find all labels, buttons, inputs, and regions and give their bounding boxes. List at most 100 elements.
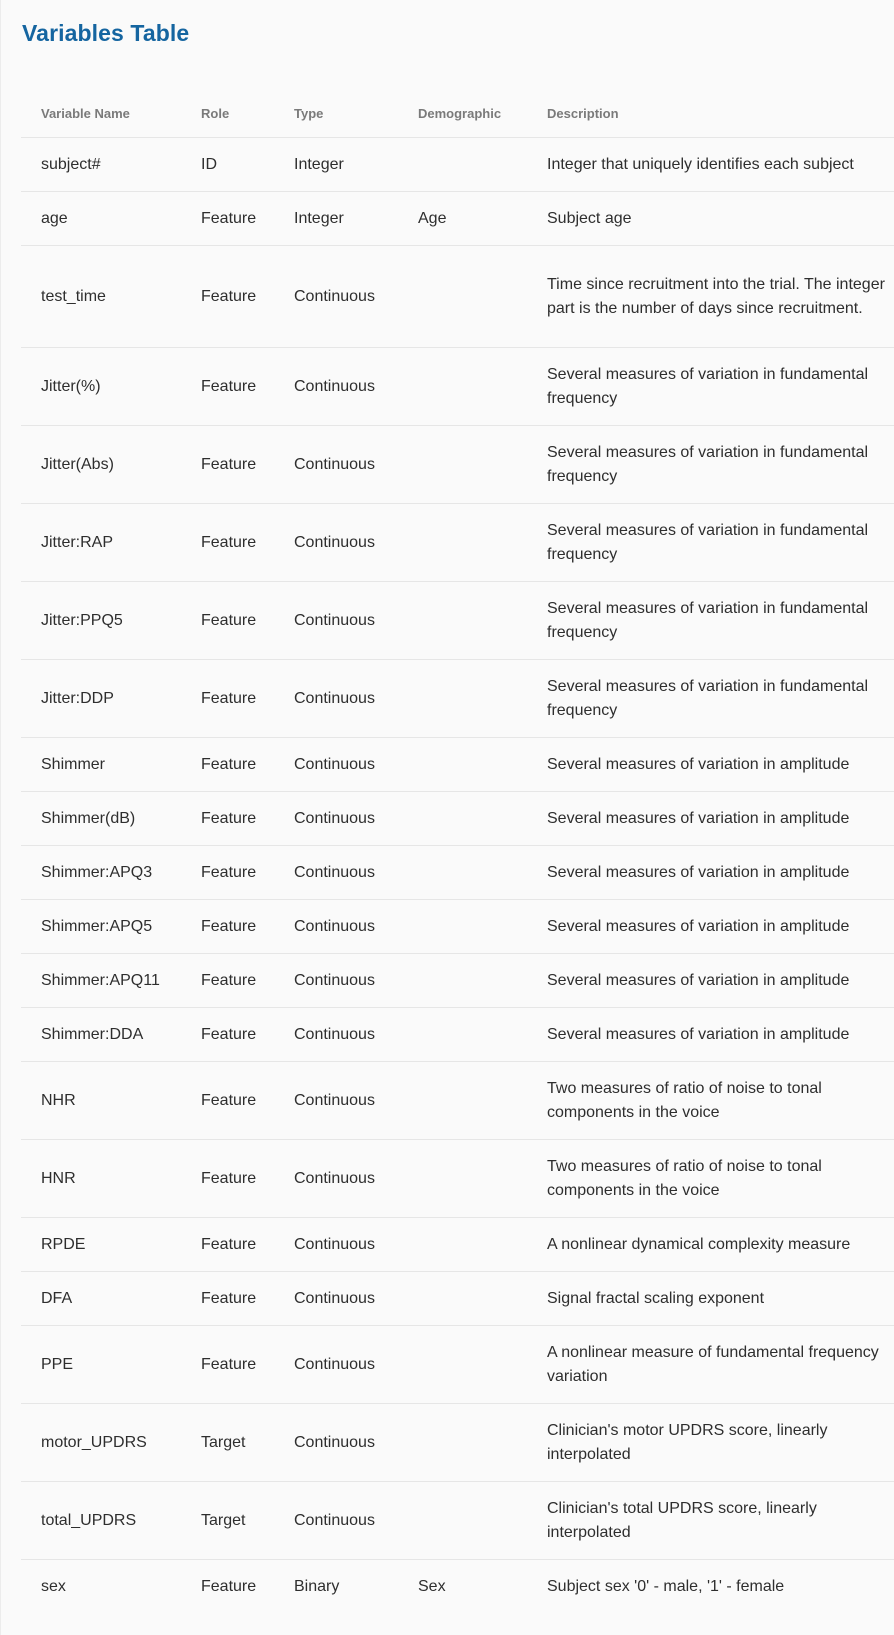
cell-variable-name: Shimmer <box>21 737 181 792</box>
table-row: test_time Feature Continuous Time since … <box>21 245 894 348</box>
cell-variable-name: HNR <box>21 1139 181 1218</box>
cell-type: Continuous <box>274 1481 398 1560</box>
cell-type: Continuous <box>274 581 398 660</box>
cell-role: Feature <box>181 791 274 846</box>
cell-role: Feature <box>181 1217 274 1272</box>
cell-variable-name: Jitter(%) <box>21 347 181 426</box>
cell-variable-name: Shimmer:APQ5 <box>21 899 181 954</box>
cell-role: ID <box>181 137 274 192</box>
cell-demographic <box>398 347 527 426</box>
cell-variable-name: total_UPDRS <box>21 1481 181 1560</box>
table-row: subject# ID Integer Integer that uniquel… <box>21 137 894 192</box>
cell-variable-name: Shimmer:APQ3 <box>21 845 181 900</box>
cell-role: Feature <box>181 737 274 792</box>
cell-type: Continuous <box>274 245 398 348</box>
cell-role: Feature <box>181 1271 274 1326</box>
cell-variable-name: Shimmer:APQ11 <box>21 953 181 1008</box>
table-row: Shimmer:APQ11 Feature Continuous Several… <box>21 953 894 1008</box>
cell-role: Feature <box>181 191 274 246</box>
cell-description: Several measures of variation in fundame… <box>527 503 894 582</box>
cell-demographic <box>398 1271 527 1326</box>
cell-demographic <box>398 245 527 348</box>
cell-variable-name: Shimmer(dB) <box>21 791 181 846</box>
cell-role: Feature <box>181 1139 274 1218</box>
cell-type: Binary <box>294 1577 340 1595</box>
cell-variable-name: DFA <box>21 1271 181 1326</box>
cell-type: Continuous <box>274 425 398 504</box>
cell-type: Continuous <box>274 659 398 738</box>
cell-demographic <box>398 1007 527 1062</box>
cell-type: Continuous <box>274 791 398 846</box>
cell-type: Continuous <box>274 1007 398 1062</box>
cell-type: Continuous <box>274 347 398 426</box>
cell-description: Subject sex '0' - male, '1' - female <box>547 1577 785 1595</box>
cell-type: Continuous <box>274 737 398 792</box>
cell-role: Target <box>181 1481 274 1560</box>
cell-type: Continuous <box>274 1325 398 1404</box>
variables-panel: Variables Table Variable Name Role Type … <box>0 0 894 1635</box>
cell-demographic <box>398 1061 527 1140</box>
cell-type: Continuous <box>274 1061 398 1140</box>
cell-demographic <box>398 503 527 582</box>
cell-description: Time since recruitment into the trial. T… <box>527 245 894 348</box>
cell-description: Clinician's total UPDRS score, linearly … <box>527 1481 894 1560</box>
cell-role: Feature <box>181 1325 274 1404</box>
cell-variable-name: Jitter:DDP <box>21 659 181 738</box>
cell-description: Several measures of variation in fundame… <box>527 347 894 426</box>
cell-description: Several measures of variation in amplitu… <box>527 791 894 846</box>
table-row: DFA Feature Continuous Signal fractal sc… <box>21 1271 894 1326</box>
table-row: Jitter(Abs) Feature Continuous Several m… <box>21 425 894 504</box>
cell-role: Target <box>181 1403 274 1482</box>
cell-type: Integer <box>274 191 398 246</box>
cell-description: A nonlinear dynamical complexity measure <box>527 1217 894 1272</box>
cell-demographic <box>398 425 527 504</box>
cell-type: Continuous <box>274 953 398 1008</box>
cell-demographic <box>398 1481 527 1560</box>
table-row: Jitter:RAP Feature Continuous Several me… <box>21 503 894 582</box>
table-row: Shimmer(dB) Feature Continuous Several m… <box>21 791 894 846</box>
cell-variable-name: age <box>21 191 181 246</box>
table-row: total_UPDRS Target Continuous Clinician'… <box>21 1481 894 1560</box>
cell-demographic <box>398 1325 527 1404</box>
cell-type: Continuous <box>274 845 398 900</box>
cell-role: Feature <box>181 245 274 348</box>
cell-role: Feature <box>181 953 274 1008</box>
column-header-role: Role <box>181 90 274 138</box>
table-row: age Feature Integer Age Subject age <box>21 191 894 246</box>
cell-description: Signal fractal scaling exponent <box>527 1271 894 1326</box>
cell-type: Continuous <box>274 503 398 582</box>
table-row: Shimmer:DDA Feature Continuous Several m… <box>21 1007 894 1062</box>
cell-demographic <box>398 953 527 1008</box>
cell-role: Feature <box>181 503 274 582</box>
cell-description: Several measures of variation in amplitu… <box>527 737 894 792</box>
cell-type: Continuous <box>274 1403 398 1482</box>
cell-demographic <box>398 899 527 954</box>
cell-role: Feature <box>181 845 274 900</box>
cell-demographic <box>398 1403 527 1482</box>
table-row: Shimmer:APQ3 Feature Continuous Several … <box>21 845 894 900</box>
column-header-name: Variable Name <box>21 90 181 138</box>
cell-description: Several measures of variation in amplitu… <box>527 845 894 900</box>
cell-description: Several measures of variation in fundame… <box>527 581 894 660</box>
cell-demographic <box>398 581 527 660</box>
cell-demographic <box>398 737 527 792</box>
cell-demographic <box>398 1217 527 1272</box>
cell-role: Feature <box>181 899 274 954</box>
cell-variable-name: subject# <box>21 137 181 192</box>
cell-description: Several measures of variation in amplitu… <box>527 953 894 1008</box>
table-row: Jitter:PPQ5 Feature Continuous Several m… <box>21 581 894 660</box>
column-header-demographic: Demographic <box>398 90 527 138</box>
cell-description: Integer that uniquely identifies each su… <box>527 137 894 192</box>
cell-demographic <box>398 659 527 738</box>
table-row: Jitter(%) Feature Continuous Several mea… <box>21 347 894 426</box>
variables-table: Variable Name Role Type Demographic Desc… <box>21 90 894 1613</box>
cell-role: Feature <box>181 659 274 738</box>
cell-description: Several measures of variation in fundame… <box>527 425 894 504</box>
cell-role: Feature <box>181 425 274 504</box>
table-row: Jitter:DDP Feature Continuous Several me… <box>21 659 894 738</box>
column-header-description: Description <box>527 90 894 138</box>
table-row: Shimmer Feature Continuous Several measu… <box>21 737 894 792</box>
cell-description: Two measures of ratio of noise to tonal … <box>527 1061 894 1140</box>
cell-variable-name: Jitter:RAP <box>21 503 181 582</box>
cell-description: Subject age <box>527 191 894 246</box>
